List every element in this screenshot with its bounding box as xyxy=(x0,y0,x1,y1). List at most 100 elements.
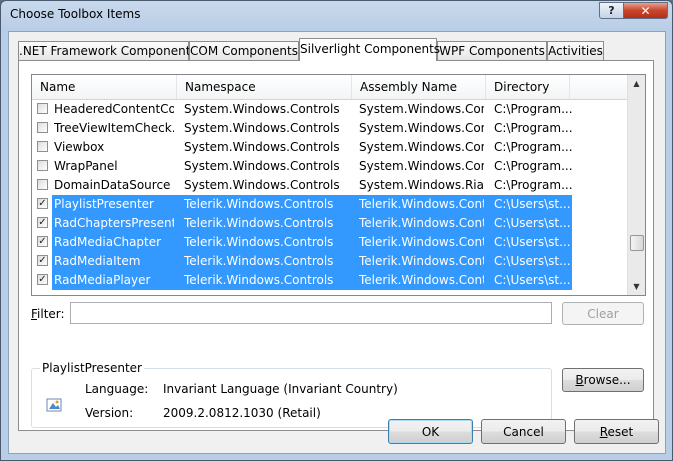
table-row[interactable]: Viewbox System.Windows.Controls System.Win… xyxy=(32,138,630,157)
tab-wpf[interactable]: WPF Components xyxy=(437,41,547,60)
component-icon xyxy=(46,398,62,412)
language-value: Invariant Language (Invariant Country) xyxy=(163,382,398,396)
browse-button[interactable]: Browse... xyxy=(562,368,644,392)
language-label: Language: xyxy=(85,382,149,396)
cell-assembly: System.Windows.Contr... xyxy=(359,140,484,154)
cell-namespace: System.Windows.Controls xyxy=(184,121,340,135)
title-bar[interactable]: Choose Toolbox Items ? ✕ xyxy=(1,1,672,31)
scroll-down-arrow-icon[interactable]: ▼ xyxy=(628,278,645,295)
table-row[interactable]: ✓ RadMediaItem Telerik.Windows.Controls Tel… xyxy=(32,252,630,271)
row-checkbox[interactable] xyxy=(37,103,48,114)
cell-name: DomainDataSource xyxy=(54,178,171,192)
list-header: Name Namespace Assembly Name Directory xyxy=(32,75,630,100)
row-checkbox[interactable] xyxy=(37,179,48,190)
row-checkbox[interactable]: ✓ xyxy=(37,236,48,247)
row-checkbox[interactable]: ✓ xyxy=(37,274,48,285)
cell-name: RadMediaPlayer xyxy=(54,273,151,287)
tab-panel: Name Namespace Assembly Name Directory H… xyxy=(18,60,654,431)
list-rows: HeaderedContentCo... System.Windows.Contr… xyxy=(32,100,630,290)
row-checkbox[interactable]: ✓ xyxy=(37,255,48,266)
close-button[interactable]: ✕ xyxy=(623,2,668,19)
column-header-directory[interactable]: Directory xyxy=(486,75,570,99)
cell-assembly: Telerik.Windows.Cont... xyxy=(359,273,484,287)
row-checkbox[interactable] xyxy=(37,122,48,133)
cell-directory: C:\Program... xyxy=(494,102,572,116)
cell-directory: C:\Users\st... xyxy=(494,197,571,211)
help-button[interactable]: ? xyxy=(599,2,624,19)
reset-accel: R xyxy=(599,424,608,439)
cell-namespace: Telerik.Windows.Controls xyxy=(184,216,334,230)
table-row[interactable]: TreeViewItemCheck... System.Windows.Contr… xyxy=(32,119,630,138)
table-row[interactable]: ✓ RadMediaPlayer Telerik.Windows.Controls T… xyxy=(32,271,630,290)
cell-namespace: System.Windows.Controls xyxy=(184,102,340,116)
filter-label: Filter: xyxy=(31,307,65,321)
dialog-window: Choose Toolbox Items ? ✕ .NET Framework … xyxy=(0,0,673,461)
cell-assembly: Telerik.Windows.Cont... xyxy=(359,235,484,249)
tab-com[interactable]: COM Components xyxy=(189,41,299,60)
scroll-thumb[interactable] xyxy=(630,235,644,251)
table-row[interactable]: DomainDataSource System.Windows.Controls S… xyxy=(32,176,630,195)
cell-directory: C:\Users\st... xyxy=(494,254,571,268)
row-checkbox[interactable]: ✓ xyxy=(37,217,48,228)
tab-silverlight[interactable]: Silverlight Components xyxy=(299,38,440,61)
cell-assembly: Telerik.Windows.Cont... xyxy=(359,216,484,230)
table-row[interactable]: ✓ RadMediaChapter Telerik.Windows.Controls… xyxy=(32,233,630,252)
reset-button[interactable]: Reset xyxy=(574,419,659,444)
cell-directory: C:\Program... xyxy=(494,140,572,154)
cell-namespace: System.Windows.Controls xyxy=(184,159,340,173)
row-checkbox[interactable] xyxy=(37,160,48,171)
ok-button[interactable]: OK xyxy=(388,419,473,444)
cell-name: HeaderedContentCo... xyxy=(54,102,174,116)
clear-button[interactable]: Clear xyxy=(562,302,644,325)
table-row[interactable]: ✓ PlaylistPresenter Telerik.Windows.Contro… xyxy=(32,195,630,214)
cell-namespace: Telerik.Windows.Controls xyxy=(184,235,334,249)
cancel-button[interactable]: Cancel xyxy=(481,419,566,444)
cell-name: TreeViewItemCheck... xyxy=(54,121,174,135)
reset-rest: eset xyxy=(607,424,634,439)
browse-rest: rowse... xyxy=(583,373,631,387)
table-row[interactable]: WrapPanel System.Windows.Controls System.W… xyxy=(32,157,630,176)
cell-directory: C:\Users\st... xyxy=(494,235,571,249)
cell-assembly: Telerik.Windows.Cont... xyxy=(359,254,484,268)
filter-input[interactable] xyxy=(70,302,552,324)
cell-namespace: System.Windows.Controls xyxy=(184,140,340,154)
cell-assembly: System.Windows.Ria.... xyxy=(359,178,484,192)
cell-directory: C:\Users\st... xyxy=(494,273,571,287)
components-list[interactable]: Name Namespace Assembly Name Directory H… xyxy=(31,74,646,296)
cell-assembly: Telerik.Windows.Cont... xyxy=(359,197,484,211)
column-header-filler xyxy=(570,75,630,99)
cell-directory: C:\Program... xyxy=(494,178,572,192)
cell-name: Viewbox xyxy=(54,140,105,154)
cell-assembly: System.Windows.Contr... xyxy=(359,102,484,116)
tab-activities[interactable]: Activities xyxy=(547,41,604,60)
column-header-namespace[interactable]: Namespace xyxy=(177,75,352,99)
info-group-title: PlaylistPresenter xyxy=(40,361,144,375)
column-header-assembly[interactable]: Assembly Name xyxy=(352,75,486,99)
cell-namespace: System.Windows.Controls xyxy=(184,178,340,192)
browse-accel: B xyxy=(575,373,584,387)
info-group: PlaylistPresenter Language: Invariant La… xyxy=(31,361,552,428)
tab-net-framework[interactable]: .NET Framework Components xyxy=(18,41,197,60)
table-row[interactable]: HeaderedContentCo... System.Windows.Contr… xyxy=(32,100,630,119)
window-title: Choose Toolbox Items xyxy=(10,7,141,21)
cell-name: PlaylistPresenter xyxy=(54,197,154,211)
cell-assembly: System.Windows.Contr... xyxy=(359,121,484,135)
cell-namespace: Telerik.Windows.Controls xyxy=(184,273,334,287)
cell-namespace: Telerik.Windows.Controls xyxy=(184,197,334,211)
scroll-up-arrow-icon[interactable]: ▲ xyxy=(628,75,645,92)
cell-name: RadMediaItem xyxy=(54,254,141,268)
version-value: 2009.2.0812.1030 (Retail) xyxy=(163,406,321,420)
cell-directory: C:\Program... xyxy=(494,121,572,135)
filter-label-rest: ilter: xyxy=(37,307,65,321)
dialog-client-area: .NET Framework Components COM Components… xyxy=(8,31,666,454)
vertical-scrollbar[interactable]: ▲ ▼ xyxy=(627,75,645,295)
row-checkbox[interactable]: ✓ xyxy=(37,198,48,209)
cell-directory: C:\Program... xyxy=(494,159,572,173)
version-label: Version: xyxy=(85,406,134,420)
column-header-name[interactable]: Name xyxy=(32,75,177,99)
cell-name: RadChaptersPresenter xyxy=(54,216,174,230)
cell-name: WrapPanel xyxy=(54,159,118,173)
cell-directory: C:\Users\st... xyxy=(494,216,571,230)
table-row[interactable]: ✓ RadChaptersPresenter Telerik.Windows.Con… xyxy=(32,214,630,233)
row-checkbox[interactable] xyxy=(37,141,48,152)
